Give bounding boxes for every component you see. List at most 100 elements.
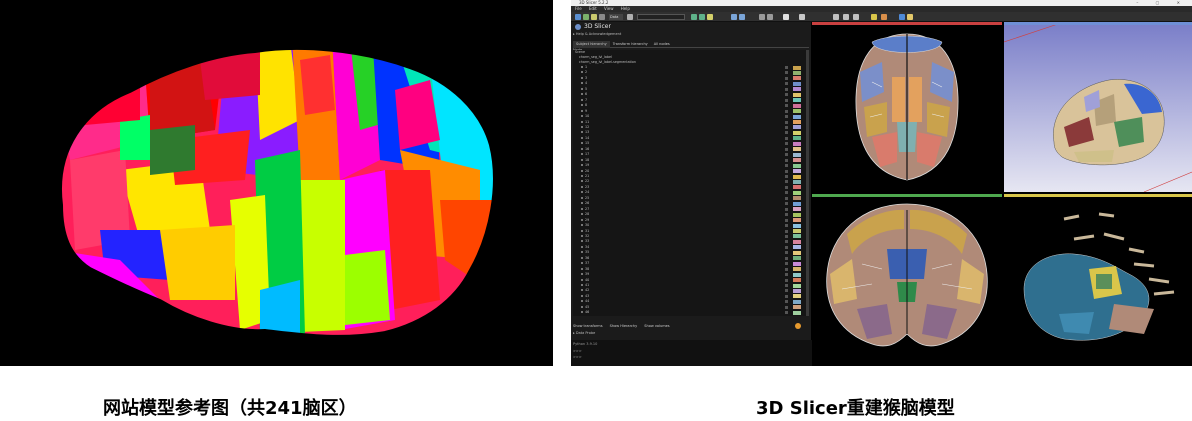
segment-row[interactable]: 43 [573, 294, 806, 299]
segment-row[interactable]: 2 [573, 70, 806, 75]
eye-icon[interactable] [785, 262, 788, 266]
eye-icon[interactable] [785, 196, 788, 200]
eye-icon[interactable] [785, 169, 788, 173]
segment-color-swatch[interactable] [793, 87, 801, 92]
segment-color-swatch[interactable] [793, 185, 801, 190]
tab-all-nodes[interactable]: All nodes [651, 41, 673, 48]
segment-row[interactable]: 24 [573, 190, 806, 195]
segment-color-swatch[interactable] [793, 207, 801, 212]
red-view-bar[interactable] [812, 22, 1002, 25]
extension-manager-icon[interactable] [907, 14, 913, 20]
eye-icon[interactable] [785, 300, 788, 304]
segment-color-swatch[interactable] [793, 65, 801, 70]
segment-color-swatch[interactable] [793, 196, 801, 201]
eye-icon[interactable] [785, 136, 788, 140]
segment-color-swatch[interactable] [793, 136, 801, 141]
red-slice-view[interactable] [812, 22, 1002, 192]
eye-icon[interactable] [785, 185, 788, 189]
eye-icon[interactable] [785, 153, 788, 157]
segment-row[interactable]: 14 [573, 136, 806, 141]
show-volumes-checkbox[interactable]: Show volumes [644, 324, 669, 328]
save-icon[interactable] [583, 14, 589, 20]
markup-icon[interactable] [871, 14, 877, 20]
eye-icon[interactable] [785, 245, 788, 249]
eye-icon[interactable] [785, 218, 788, 222]
segment-row[interactable]: 4 [573, 81, 806, 86]
eye-icon[interactable] [785, 180, 788, 184]
segment-row[interactable]: 37 [573, 261, 806, 266]
eye-icon[interactable] [785, 76, 788, 80]
eye-icon[interactable] [785, 284, 788, 287]
mouse-mode-icon[interactable] [759, 14, 765, 20]
extension-icon[interactable] [707, 14, 713, 20]
segment-row[interactable]: 18 [573, 158, 806, 163]
segment-color-swatch[interactable] [793, 218, 801, 223]
tab-subject-hierarchy[interactable]: Subject hierarchy [573, 41, 610, 48]
place-point-icon[interactable] [799, 14, 805, 20]
segment-color-swatch[interactable] [793, 103, 801, 108]
segment-row[interactable]: 44 [573, 299, 806, 304]
segment-row[interactable]: 27 [573, 207, 806, 212]
segment-color-swatch[interactable] [793, 125, 801, 130]
segment-color-swatch[interactable] [793, 70, 801, 75]
layout-icon[interactable] [731, 14, 737, 20]
data-probe-section[interactable]: ▸ Data Probe [573, 331, 595, 336]
ruler-icon[interactable] [881, 14, 887, 20]
eye-icon[interactable] [785, 234, 788, 238]
window-level-icon[interactable] [783, 14, 789, 20]
capture-icon[interactable] [853, 14, 859, 20]
segment-row[interactable]: 33 [573, 239, 806, 244]
segment-row[interactable]: 5 [573, 87, 806, 92]
eye-icon[interactable] [785, 115, 788, 119]
eye-icon[interactable] [785, 93, 788, 97]
segment-color-swatch[interactable] [793, 288, 801, 293]
segment-row[interactable]: 17 [573, 152, 806, 157]
segment-color-swatch[interactable] [793, 278, 801, 283]
segment-color-swatch[interactable] [793, 130, 801, 135]
forward-icon[interactable] [699, 14, 705, 20]
segment-row[interactable]: 7 [573, 98, 806, 103]
green-slice-view[interactable] [812, 194, 1002, 366]
segment-color-swatch[interactable] [793, 92, 801, 97]
eye-icon[interactable] [785, 305, 788, 309]
module-selector[interactable]: Data [609, 14, 623, 20]
load-data-icon[interactable] [575, 14, 581, 20]
eye-icon[interactable] [785, 109, 788, 113]
segment-color-swatch[interactable] [793, 114, 801, 119]
segment-row[interactable]: 1 [573, 65, 806, 70]
segment-row[interactable]: 10 [573, 114, 806, 119]
segment-row[interactable]: 8 [573, 103, 806, 108]
segment-row[interactable]: 3 [573, 76, 806, 81]
segment-row[interactable]: 13 [573, 130, 806, 135]
eye-icon[interactable] [785, 311, 788, 315]
menu-edit[interactable]: Edit [589, 6, 597, 11]
segment-color-swatch[interactable] [793, 261, 801, 266]
eye-icon[interactable] [785, 142, 788, 146]
eye-icon[interactable] [785, 104, 788, 108]
segment-color-swatch[interactable] [793, 250, 801, 255]
eye-icon[interactable] [785, 267, 788, 271]
segment-color-swatch[interactable] [793, 267, 801, 272]
segment-row[interactable]: 29 [573, 218, 806, 223]
segment-color-swatch[interactable] [793, 229, 801, 233]
segment-row[interactable]: 21 [573, 174, 806, 179]
segment-row[interactable]: 45 [573, 305, 806, 310]
show-hierarchy-checkbox[interactable]: Show Hierarchy [610, 324, 637, 328]
segment-row[interactable]: 31 [573, 229, 806, 234]
eye-icon[interactable] [785, 240, 788, 244]
eye-icon[interactable] [785, 82, 788, 86]
threed-view[interactable] [1004, 22, 1192, 192]
green-view-bar[interactable] [812, 194, 1002, 197]
segment-row[interactable]: 26 [573, 201, 806, 206]
eye-icon[interactable] [785, 278, 788, 282]
python-console[interactable]: Python 3.9.10 >>> >>> [571, 340, 812, 366]
eye-icon[interactable] [785, 207, 788, 211]
segment-color-swatch[interactable] [793, 294, 801, 299]
segment-row[interactable]: 39 [573, 272, 806, 277]
segment-color-swatch[interactable] [793, 234, 801, 239]
eye-icon[interactable] [785, 202, 788, 206]
segment-color-swatch[interactable] [793, 141, 801, 146]
segment-color-swatch[interactable] [793, 109, 801, 114]
eye-icon[interactable] [785, 71, 788, 75]
module-search-input[interactable] [637, 14, 685, 20]
